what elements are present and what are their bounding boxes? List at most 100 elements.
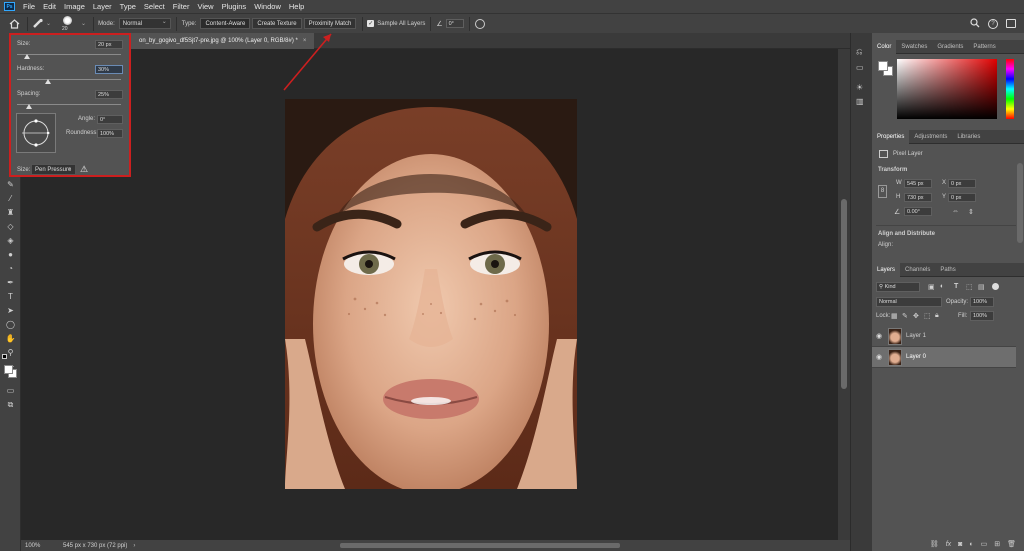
- quick-mask-icon[interactable]: ▭: [4, 385, 17, 396]
- hardness-slider-knob[interactable]: [45, 79, 52, 84]
- add-mask-icon[interactable]: ◙: [958, 541, 962, 548]
- vertical-scrollbar[interactable]: [838, 49, 850, 540]
- filter-toggle-icon[interactable]: [992, 283, 999, 290]
- blur-tool-icon[interactable]: ●: [4, 249, 17, 260]
- horizontal-scroll-thumb[interactable]: [340, 543, 620, 548]
- brush-tool-icon[interactable]: ⁄: [4, 193, 17, 204]
- blend-mode-select[interactable]: Normal: [876, 297, 942, 307]
- menu-view[interactable]: View: [193, 2, 217, 11]
- link-layers-icon[interactable]: ⛓: [930, 540, 939, 548]
- height-input[interactable]: 730 px: [904, 193, 932, 202]
- lock-pixels-icon[interactable]: ✎: [902, 312, 908, 320]
- spacing-input[interactable]: 25%: [95, 90, 123, 99]
- menu-filter[interactable]: Filter: [169, 2, 194, 11]
- sample-all-layers-label[interactable]: Sample All Layers: [377, 21, 425, 27]
- lock-artboard-icon[interactable]: ⬚: [924, 312, 931, 320]
- visibility-eye-icon[interactable]: ◉: [872, 332, 886, 340]
- flip-horizontal-icon[interactable]: ⇔: [952, 208, 959, 215]
- properties-scrollbar[interactable]: [1017, 163, 1023, 243]
- tab-layers[interactable]: Layers: [872, 262, 901, 277]
- tab-channels[interactable]: Channels: [900, 263, 935, 277]
- tab-gradients[interactable]: Gradients: [932, 40, 968, 54]
- eraser-tool-icon[interactable]: ◇: [4, 221, 17, 232]
- layer-style-fx-icon[interactable]: fx: [946, 541, 951, 548]
- size-slider-knob[interactable]: [24, 54, 31, 59]
- menu-select[interactable]: Select: [140, 2, 169, 11]
- workspace-icon[interactable]: [1006, 19, 1016, 28]
- menu-layer[interactable]: Layer: [89, 2, 116, 11]
- x-input[interactable]: 0 px: [948, 179, 976, 188]
- menu-window[interactable]: Window: [250, 2, 285, 11]
- layer-name[interactable]: Layer 1: [906, 333, 926, 339]
- new-group-icon[interactable]: ▭: [981, 540, 988, 548]
- vertical-scroll-thumb[interactable]: [841, 199, 847, 389]
- color-field[interactable]: [897, 59, 997, 119]
- new-layer-icon[interactable]: ⊞: [994, 540, 1000, 548]
- opacity-input[interactable]: 100%: [970, 297, 994, 307]
- spacing-slider-knob[interactable]: [26, 104, 33, 109]
- delete-layer-icon[interactable]: 🗑︎: [1007, 540, 1016, 548]
- filter-adjustment-icon[interactable]: ◐: [940, 283, 944, 290]
- flip-vertical-icon[interactable]: ⇕: [968, 208, 974, 216]
- status-arrow-icon[interactable]: ›: [133, 543, 135, 549]
- filter-smart-object-icon[interactable]: ▤: [978, 283, 985, 291]
- brush-angle-input[interactable]: 0°: [445, 19, 464, 28]
- help-icon[interactable]: ?: [988, 18, 998, 29]
- menu-type[interactable]: Type: [116, 2, 140, 11]
- transform-heading[interactable]: Transform: [878, 167, 907, 173]
- dodge-tool-icon[interactable]: ◔: [4, 263, 17, 274]
- content-aware-button[interactable]: Content-Aware: [200, 18, 251, 29]
- chevron-down-icon[interactable]: ⌄: [46, 20, 51, 27]
- visibility-eye-icon[interactable]: ◉: [872, 353, 886, 361]
- adjustments-icon[interactable]: ☀: [856, 83, 863, 92]
- pen-tool-icon[interactable]: ✒: [4, 277, 17, 288]
- filter-shape-icon[interactable]: ⬚: [966, 283, 973, 291]
- mode-select[interactable]: Normal: [118, 18, 171, 29]
- size-control-select[interactable]: Pen Pressure: [31, 164, 76, 175]
- size-slider[interactable]: [17, 54, 121, 55]
- brush-preset-picker[interactable]: 20: [61, 14, 75, 34]
- rotation-input[interactable]: 0.00°: [904, 207, 932, 216]
- ellipse-tool-icon[interactable]: ◯: [4, 319, 17, 330]
- tab-paths[interactable]: Paths: [935, 263, 960, 277]
- tab-color[interactable]: Color: [872, 39, 897, 54]
- new-adjustment-layer-icon[interactable]: ◐: [969, 541, 973, 548]
- menu-image[interactable]: Image: [60, 2, 89, 11]
- pressure-size-icon[interactable]: [474, 18, 485, 29]
- menu-file[interactable]: File: [19, 2, 39, 11]
- layer-row[interactable]: ◉ Layer 0: [872, 347, 1016, 368]
- roundness-input[interactable]: 100%: [97, 129, 123, 138]
- hardness-slider[interactable]: [17, 79, 121, 80]
- link-dimensions-icon[interactable]: 8: [878, 185, 887, 198]
- foreground-color-swatch[interactable]: [4, 365, 13, 374]
- layer-row[interactable]: ◉ Layer 1: [872, 326, 1016, 347]
- default-colors-icon[interactable]: [2, 354, 7, 359]
- hand-tool-icon[interactable]: ✋: [4, 333, 17, 344]
- proximity-match-button[interactable]: Proximity Match: [303, 18, 357, 29]
- width-input[interactable]: 545 px: [904, 179, 932, 188]
- healing-brush-tool-icon[interactable]: ✎: [4, 179, 17, 190]
- spot-healing-brush-icon[interactable]: ⌄: [32, 18, 51, 29]
- comments-icon[interactable]: ▭: [856, 63, 864, 72]
- document-tab[interactable]: on_by_gogivo_df5Sjt7-pre.jpg @ 100% (Lay…: [131, 33, 315, 49]
- filter-pixel-icon[interactable]: ▣: [928, 283, 935, 291]
- layer-filter-kind-select[interactable]: ⚲ Kind: [876, 282, 920, 292]
- y-input[interactable]: 0 px: [948, 193, 976, 202]
- lock-position-icon[interactable]: ✥: [913, 312, 919, 320]
- history-icon[interactable]: ⎌: [856, 47, 862, 57]
- brush-angle-widget[interactable]: [16, 113, 56, 153]
- tab-patterns[interactable]: Patterns: [968, 40, 1000, 54]
- lock-all-icon[interactable]: 🔒︎: [935, 312, 939, 320]
- home-icon[interactable]: [5, 18, 23, 29]
- filter-type-icon[interactable]: T: [954, 283, 958, 290]
- fill-input[interactable]: 100%: [970, 311, 994, 321]
- histogram-icon[interactable]: ▥: [856, 97, 864, 106]
- layer-name[interactable]: Layer 0: [906, 354, 926, 360]
- tab-libraries[interactable]: Libraries: [952, 130, 985, 144]
- close-tab-icon[interactable]: ×: [303, 38, 307, 44]
- tab-swatches[interactable]: Swatches: [896, 40, 932, 54]
- align-distribute-heading[interactable]: Align and Distribute: [878, 231, 935, 237]
- color-fg-swatch[interactable]: [878, 61, 888, 71]
- angle-input[interactable]: 0°: [97, 115, 123, 124]
- search-icon[interactable]: [970, 17, 980, 30]
